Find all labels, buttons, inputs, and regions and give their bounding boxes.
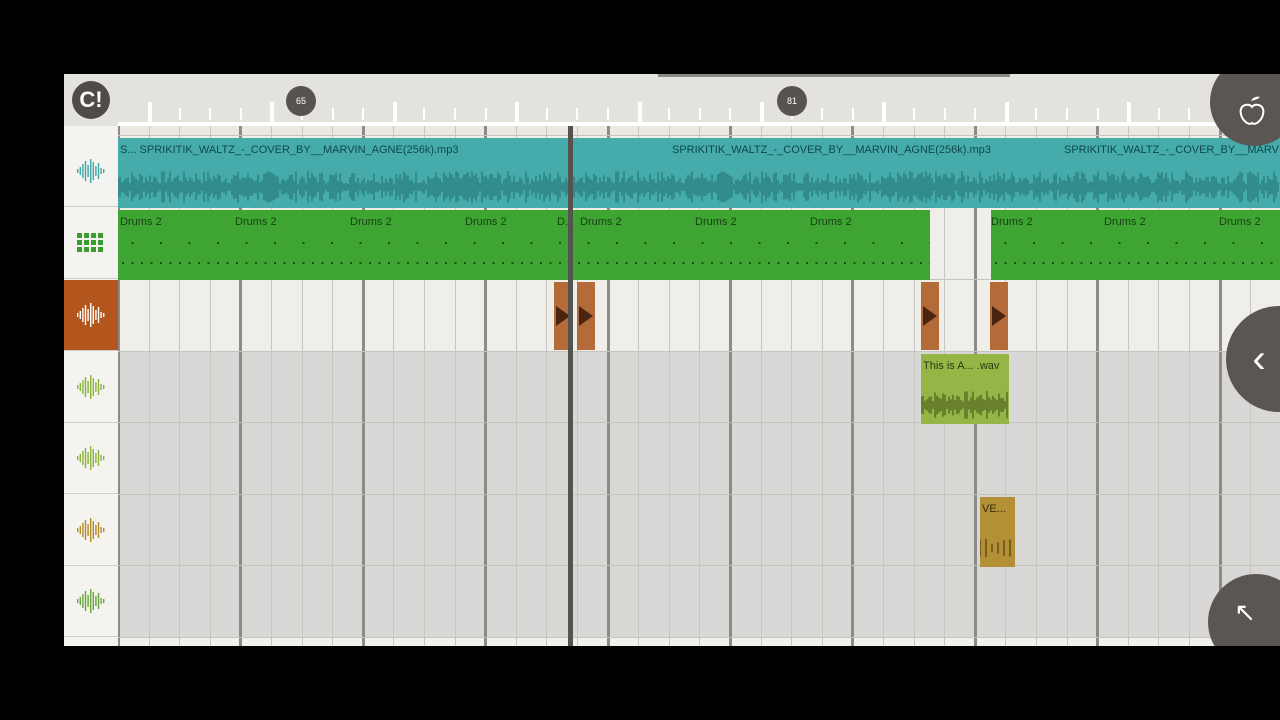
clip-label: This is A... .wav bbox=[923, 360, 1000, 372]
clip-label: SPRIKITIK_WALTZ_-_COVER_BY__MARVIN_AGNE(… bbox=[672, 144, 991, 156]
clip-label: SPRIKITIK_WALTZ_-_COVER_BY__MARVIN bbox=[1064, 144, 1280, 156]
ruler-tick bbox=[331, 108, 334, 120]
track-sidebar bbox=[64, 126, 119, 646]
drum-pattern bbox=[122, 242, 930, 264]
lane-divider bbox=[118, 637, 1280, 638]
ruler-tick bbox=[607, 108, 609, 120]
clip-label: Drums 2 bbox=[235, 216, 277, 228]
lane-divider bbox=[118, 494, 1280, 495]
clip-sample[interactable] bbox=[921, 282, 939, 350]
playhead[interactable] bbox=[568, 126, 573, 646]
ruler-tick bbox=[484, 108, 487, 120]
clip-label: Drums 2 bbox=[465, 216, 507, 228]
lane-divider bbox=[118, 565, 1280, 566]
ruler-tick bbox=[1127, 102, 1132, 122]
waveform-icon bbox=[77, 518, 105, 542]
track-header-audio-3[interactable] bbox=[64, 423, 118, 494]
clip-label: VE... bbox=[982, 503, 1006, 515]
waveform-icon bbox=[77, 446, 105, 470]
waveform-icon bbox=[77, 589, 105, 613]
arrangement-grid[interactable]: S... SPRIKITIK_WALTZ_-_COVER_BY__MARVIN_… bbox=[118, 126, 1280, 646]
waveform bbox=[923, 306, 937, 326]
clip-ve[interactable]: VE... bbox=[980, 497, 1015, 567]
waveform-icon bbox=[77, 303, 105, 327]
clip-wav[interactable]: This is A... .wav bbox=[921, 354, 1009, 424]
ruler-tick bbox=[423, 108, 426, 120]
ruler-tick bbox=[729, 108, 732, 120]
chevron-left-icon: ‹ bbox=[1252, 336, 1266, 381]
ruler-tick bbox=[821, 108, 824, 120]
clip-sample[interactable] bbox=[577, 282, 595, 350]
clip-label: Drums 2 bbox=[350, 216, 392, 228]
waveform bbox=[992, 306, 1006, 326]
ruler-tick bbox=[148, 102, 152, 122]
waveform bbox=[579, 306, 593, 326]
ruler-tick bbox=[974, 108, 977, 120]
track-header-audio-2[interactable] bbox=[64, 352, 118, 423]
track-header-audio-4[interactable] bbox=[64, 495, 118, 566]
clip-label: Drums 2 bbox=[120, 216, 162, 228]
clip-label: Drums 2 bbox=[991, 216, 1033, 228]
ruler-tick bbox=[362, 108, 365, 120]
waveform bbox=[921, 391, 1008, 419]
ruler-tick bbox=[515, 102, 520, 122]
drum-pattern bbox=[995, 242, 1273, 264]
scroll-indicator bbox=[658, 74, 1010, 77]
waveform bbox=[572, 171, 1279, 203]
ruler-tick bbox=[943, 108, 946, 120]
lane-divider bbox=[118, 422, 1280, 423]
ruler-tick bbox=[760, 102, 764, 122]
waveform-icon bbox=[77, 159, 105, 183]
ruler-tick bbox=[1157, 108, 1160, 120]
fruit-icon bbox=[1239, 96, 1265, 125]
clip-sample[interactable] bbox=[990, 282, 1008, 350]
ruler-tick bbox=[454, 108, 456, 120]
ruler-tick bbox=[209, 108, 212, 120]
clip-label: Drums 2 bbox=[810, 216, 852, 228]
ruler-tick bbox=[1035, 108, 1038, 120]
arrow-up-left-icon: ↖ bbox=[1234, 596, 1256, 627]
track-header-audio-main[interactable] bbox=[64, 136, 118, 207]
daw-app: C! 65 81 S... SPRIKITIK_WALTZ_-_COVER_BY… bbox=[64, 74, 1280, 646]
ruler-tick bbox=[1096, 108, 1099, 120]
ruler-tick bbox=[392, 102, 397, 122]
clip-label: S... SPRIKITIK_WALTZ_-_COVER_BY__MARVIN_… bbox=[120, 144, 459, 156]
clip-mp3[interactable]: S... SPRIKITIK_WALTZ_-_COVER_BY__MARVIN_… bbox=[118, 138, 572, 208]
ruler-tick bbox=[1188, 108, 1191, 120]
waveform-icon bbox=[77, 375, 105, 399]
bar-marker-65: 65 bbox=[286, 86, 316, 116]
drum-pads-icon bbox=[77, 233, 103, 252]
track-header-drums[interactable] bbox=[64, 208, 118, 279]
track-header-sample[interactable] bbox=[64, 280, 118, 351]
clip-label: Drums 2 bbox=[1219, 216, 1261, 228]
waveform bbox=[118, 171, 571, 203]
ruler-tick bbox=[1004, 102, 1009, 122]
timeline-ruler[interactable]: C! 65 81 bbox=[64, 74, 1280, 126]
ruler-tick bbox=[698, 108, 701, 120]
lane-divider bbox=[118, 351, 1280, 352]
ruler-tick bbox=[178, 108, 181, 120]
clip-label: Drums 2 bbox=[695, 216, 737, 228]
clip-drums[interactable]: Drums 2 Drums 2 Drums 2 Drums 2 D... Drums 2D… bbox=[118, 210, 930, 280]
ruler-tick bbox=[1066, 108, 1068, 120]
track-header-audio-5[interactable] bbox=[64, 566, 118, 637]
lane-divider bbox=[118, 135, 1280, 136]
ruler-tick bbox=[239, 108, 242, 120]
ruler-tick bbox=[668, 108, 671, 120]
ruler-tick bbox=[637, 102, 642, 122]
bar-marker-81: 81 bbox=[777, 86, 807, 116]
clip-drums[interactable]: Drums 2 Drums 2 Drums 2 bbox=[991, 210, 1280, 280]
ruler-tick bbox=[545, 108, 548, 120]
ruler-tick bbox=[851, 108, 854, 120]
ruler-tick bbox=[913, 108, 915, 120]
ruler-tick bbox=[576, 108, 579, 120]
clip-mp3[interactable]: SPRIKITIK_WALTZ_-_COVER_BY__MARVIN_AGNE(… bbox=[572, 138, 1280, 208]
waveform bbox=[980, 538, 1011, 558]
ruler-tick bbox=[882, 102, 887, 122]
ruler-tick bbox=[270, 102, 275, 122]
clip-label: Drums 2 bbox=[580, 216, 622, 228]
clip-label: Drums 2 bbox=[1104, 216, 1146, 228]
app-logo-icon[interactable]: C! bbox=[72, 81, 110, 119]
